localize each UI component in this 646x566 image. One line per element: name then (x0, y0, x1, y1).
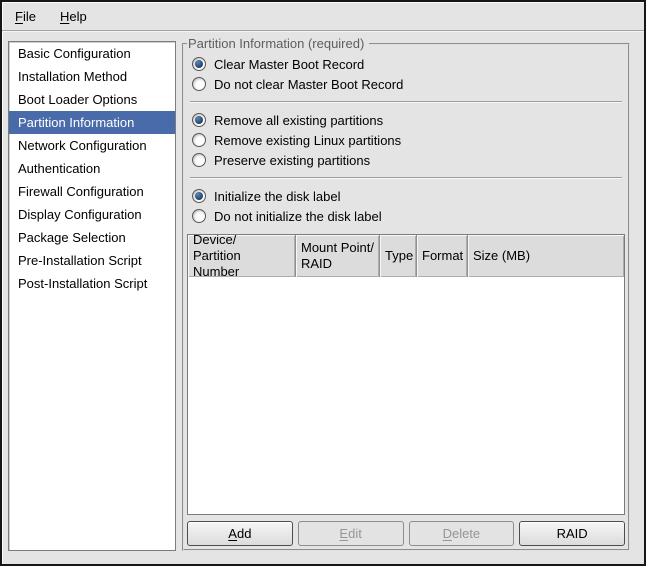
radio-indicator (192, 189, 206, 203)
sidebar-item-package-selection[interactable]: Package Selection (9, 226, 175, 249)
right-panel: Partition Information (required) Clear M… (182, 41, 630, 551)
frame-title: Partition Information (required) (187, 36, 369, 51)
radio-indicator (192, 113, 206, 127)
radio-initialize-disk-label[interactable]: Initialize the disk label (192, 186, 625, 206)
radio-preserve-partitions[interactable]: Preserve existing partitions (192, 150, 625, 170)
button-label: RAID (557, 526, 588, 541)
app-window: File Help Basic Configuration Installati… (0, 0, 646, 566)
sidebar-item-post-installation-script[interactable]: Post-Installation Script (9, 272, 175, 295)
menu-file-mnemonic: F (15, 9, 23, 24)
radio-label: Do not initialize the disk label (214, 209, 382, 224)
sidebar-item-authentication[interactable]: Authentication (9, 157, 175, 180)
table-buttons-row: Add Edit Delete RAID (187, 521, 625, 546)
partition-information-frame: Partition Information (required) Clear M… (182, 36, 630, 551)
radio-label: Remove all existing partitions (214, 113, 383, 128)
button-label: dd (237, 526, 251, 541)
radio-label: Remove existing Linux partitions (214, 133, 401, 148)
menu-help-label: elp (69, 9, 86, 24)
sidebar-item-boot-loader-options[interactable]: Boot Loader Options (9, 88, 175, 111)
button-mnemonic: D (443, 526, 452, 541)
column-header-type[interactable]: Type (380, 235, 417, 277)
main-content: Basic Configuration Installation Method … (2, 31, 644, 564)
radio-no-clear-mbr[interactable]: Do not clear Master Boot Record (192, 74, 625, 94)
column-header-mount-point-raid[interactable]: Mount Point/ RAID (296, 235, 380, 277)
radio-remove-all-partitions[interactable]: Remove all existing partitions (192, 110, 625, 130)
column-header-size-mb[interactable]: Size (MB) (468, 235, 624, 277)
menu-help-mnemonic: H (60, 9, 69, 24)
radio-indicator (192, 57, 206, 71)
button-label: dit (348, 526, 362, 541)
partition-table: Device/ Partition Number Mount Point/ RA… (187, 234, 625, 515)
radio-label: Clear Master Boot Record (214, 57, 364, 72)
separator (190, 177, 622, 179)
radio-indicator (192, 133, 206, 147)
menu-item-file[interactable]: File (8, 6, 43, 27)
separator (190, 101, 622, 103)
button-mnemonic: A (228, 526, 237, 541)
sidebar-item-display-configuration[interactable]: Display Configuration (9, 203, 175, 226)
menu-file-label: ile (23, 9, 36, 24)
radio-remove-linux-partitions[interactable]: Remove existing Linux partitions (192, 130, 625, 150)
sidebar-item-firewall-configuration[interactable]: Firewall Configuration (9, 180, 175, 203)
radio-label: Do not clear Master Boot Record (214, 77, 403, 92)
radio-label: Preserve existing partitions (214, 153, 370, 168)
raid-button[interactable]: RAID (519, 521, 625, 546)
radio-indicator (192, 77, 206, 91)
menu-bar: File Help (2, 2, 644, 31)
partition-table-body (188, 277, 624, 514)
edit-button[interactable]: Edit (298, 521, 404, 546)
radio-label: Initialize the disk label (214, 189, 340, 204)
radio-clear-mbr[interactable]: Clear Master Boot Record (192, 54, 625, 74)
sidebar-item-network-configuration[interactable]: Network Configuration (9, 134, 175, 157)
category-list: Basic Configuration Installation Method … (8, 41, 176, 551)
column-header-device-partition-number[interactable]: Device/ Partition Number (188, 235, 296, 277)
radio-indicator (192, 153, 206, 167)
sidebar-item-basic-configuration[interactable]: Basic Configuration (9, 42, 175, 65)
button-label: elete (452, 526, 480, 541)
sidebar-item-pre-installation-script[interactable]: Pre-Installation Script (9, 249, 175, 272)
delete-button[interactable]: Delete (409, 521, 515, 546)
radio-indicator (192, 209, 206, 223)
sidebar-item-installation-method[interactable]: Installation Method (9, 65, 175, 88)
partition-table-header: Device/ Partition Number Mount Point/ RA… (188, 235, 624, 277)
add-button[interactable]: Add (187, 521, 293, 546)
sidebar-item-partition-information[interactable]: Partition Information (9, 111, 175, 134)
column-header-format[interactable]: Format (417, 235, 468, 277)
button-mnemonic: E (339, 526, 348, 541)
radio-no-initialize-disk-label[interactable]: Do not initialize the disk label (192, 206, 625, 226)
menu-item-help[interactable]: Help (53, 6, 94, 27)
